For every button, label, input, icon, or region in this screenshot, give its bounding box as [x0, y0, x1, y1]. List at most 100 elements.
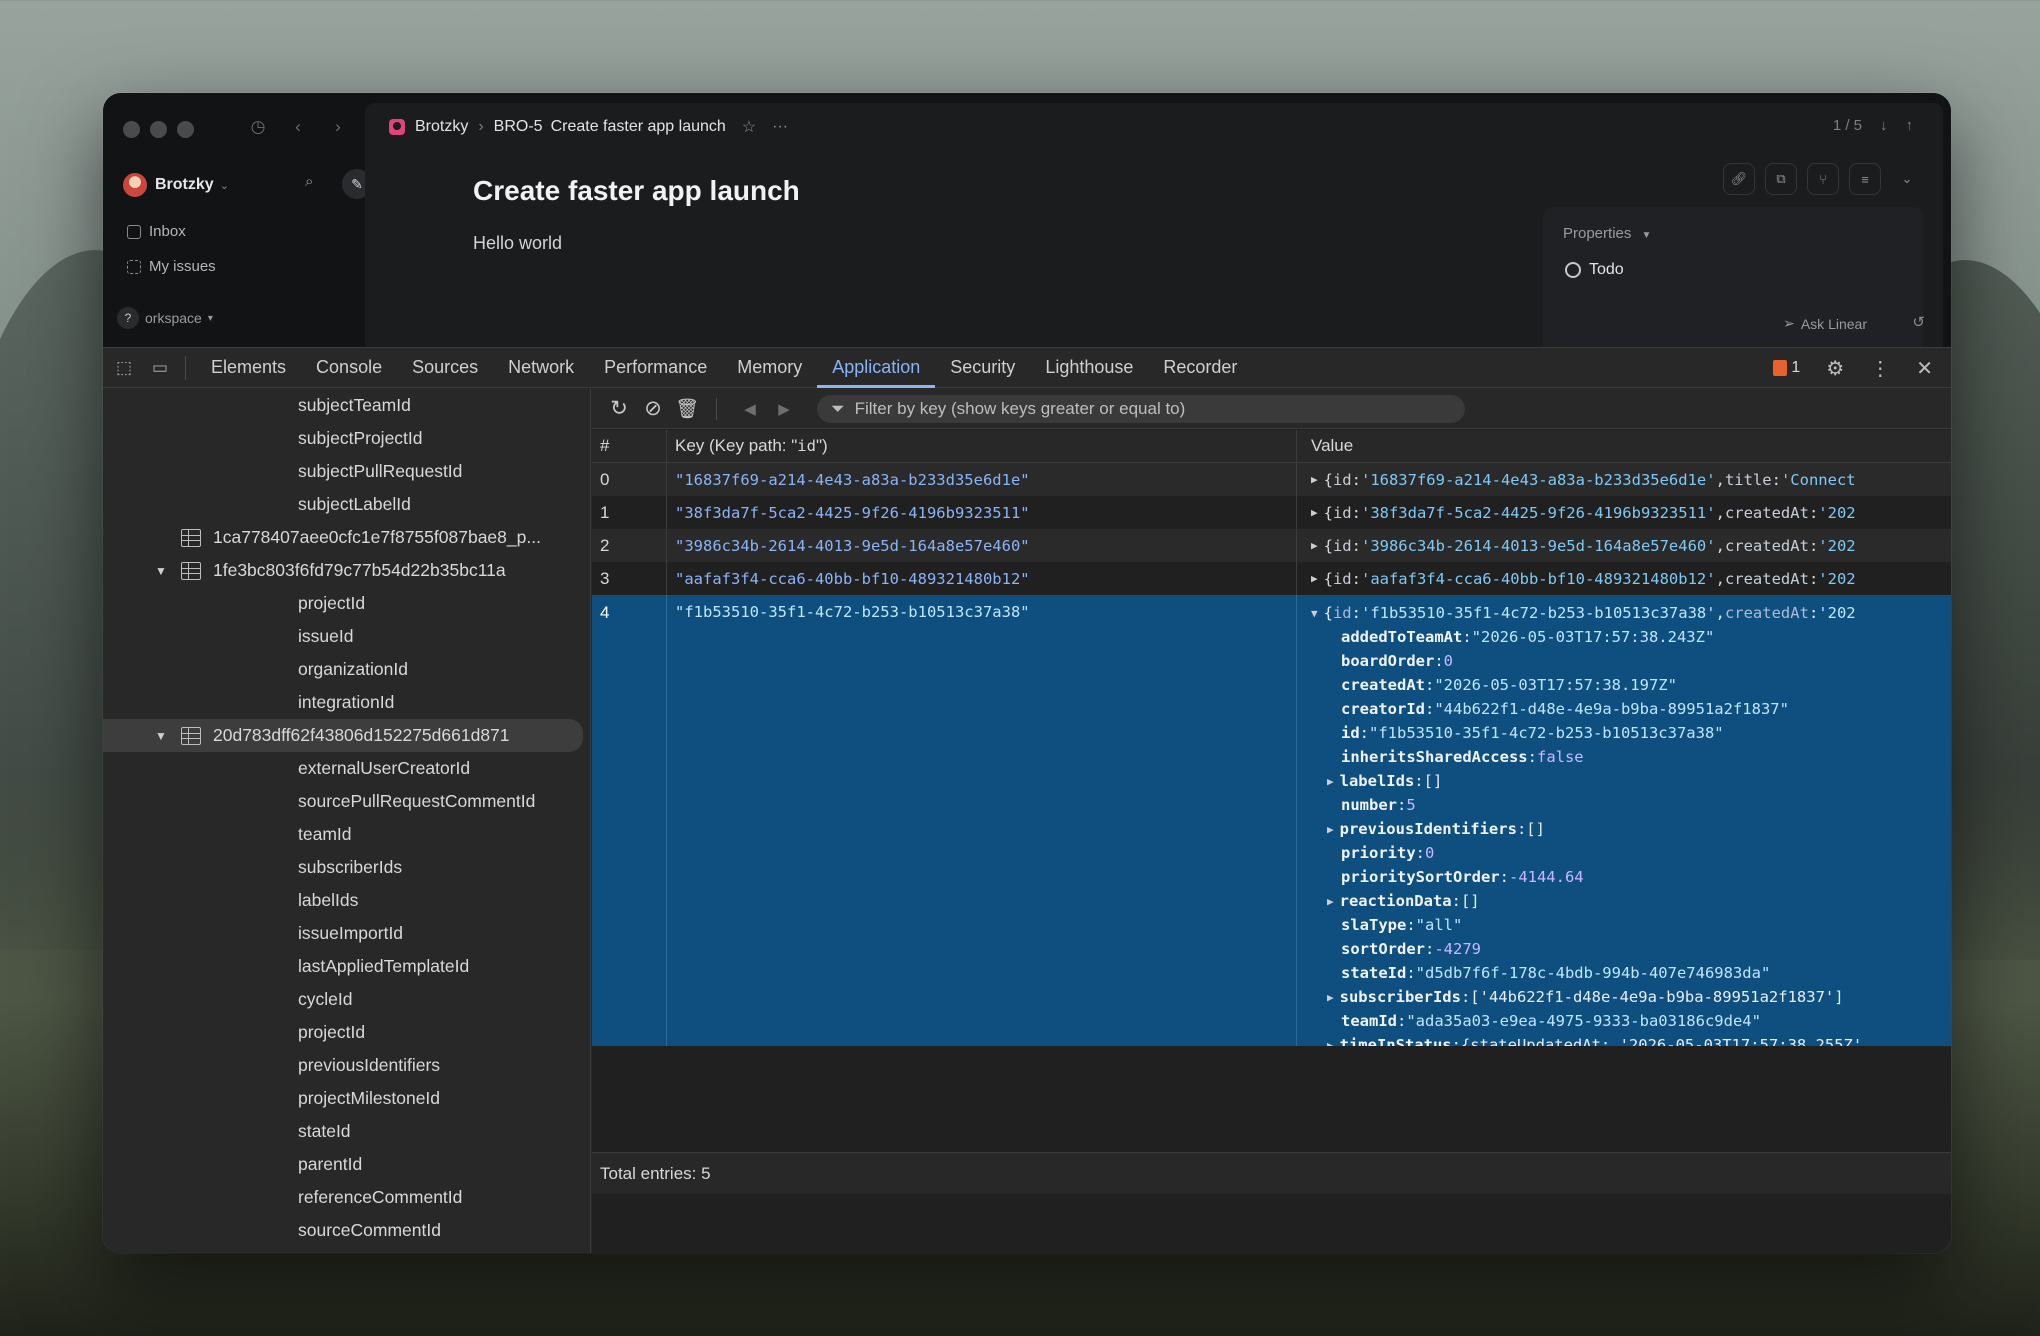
- properties-header[interactable]: Properties ▼: [1563, 225, 1651, 242]
- breadcrumb-issue-title[interactable]: Create faster app launch: [551, 118, 726, 136]
- chevron-down-icon[interactable]: ⌄: [1891, 163, 1923, 195]
- expand-triangle-icon[interactable]: ▶: [1311, 539, 1318, 552]
- link-icon[interactable]: 🔗︎: [1723, 163, 1755, 195]
- table-row[interactable]: 3 "aafaf3f4-cca6-40bb-bf10-489321480b12" ▶…: [592, 562, 1951, 595]
- tree-item-index[interactable]: projectMilestoneId: [103, 1082, 590, 1115]
- breadcrumb-issue-id[interactable]: BRO-5: [494, 118, 543, 136]
- column-header-key[interactable]: Key (Key path: " id "): [667, 430, 1297, 462]
- close-icon[interactable]: ✕: [1916, 356, 1933, 381]
- arrow-down-icon[interactable]: ↓: [1880, 117, 1888, 134]
- arrow-up-icon[interactable]: ↑: [1906, 117, 1914, 134]
- back-icon[interactable]: ‹: [289, 117, 307, 137]
- tree-item-index[interactable]: cycleId: [103, 983, 590, 1016]
- branch-icon[interactable]: ⑂: [1807, 163, 1839, 195]
- expand-triangle-icon[interactable]: ▼: [155, 729, 171, 743]
- previous-page-icon[interactable]: ◀: [735, 400, 765, 418]
- help-icon[interactable]: ?: [117, 307, 139, 329]
- breadcrumb-team[interactable]: Brotzky: [415, 118, 468, 136]
- refresh-icon[interactable]: ↻: [604, 396, 634, 421]
- object-preview-line[interactable]: ▼ {id: 'f1b53510-35f1-4c72-b253-b10513c37…: [1311, 601, 1951, 625]
- tree-item-index[interactable]: subjectTeamId: [103, 389, 590, 422]
- object-property[interactable]: ▶ reactionData: []: [1311, 889, 1951, 913]
- expand-triangle-icon[interactable]: ▶: [1311, 506, 1318, 519]
- expand-triangle-icon[interactable]: ▶: [1311, 473, 1318, 486]
- tree-item-index[interactable]: subjectLabelId: [103, 488, 590, 521]
- tree-item-index[interactable]: subjectPullRequestId: [103, 455, 590, 488]
- tab-elements[interactable]: Elements: [196, 348, 301, 388]
- delete-icon[interactable]: 🗑︎: [672, 397, 702, 421]
- object-property[interactable]: ▶ previousIdentifiers: []: [1311, 817, 1951, 841]
- expand-triangle-icon[interactable]: ▶: [1327, 823, 1334, 836]
- column-header-num[interactable]: #: [592, 430, 667, 462]
- tree-item-index[interactable]: externalUserCreatorId: [103, 752, 590, 785]
- tree-item-index[interactable]: projectId: [103, 1016, 590, 1049]
- next-page-icon[interactable]: ▶: [769, 400, 799, 418]
- tree-item-index[interactable]: subjectProjectId: [103, 422, 590, 455]
- table-row[interactable]: 0 "16837f69-a214-4e43-a83a-b233d35e6d1e" ▶…: [592, 463, 1951, 496]
- copy-icon[interactable]: ⧉: [1765, 163, 1797, 195]
- tree-item-index[interactable]: issueId: [103, 620, 590, 653]
- tree-item-index[interactable]: teamId: [103, 818, 590, 851]
- search-icon[interactable]: ⌕: [305, 173, 313, 190]
- key-filter-input[interactable]: ⏷ Filter by key (show keys greater or eq…: [817, 394, 1465, 423]
- tree-item-index[interactable]: referenceCommentId: [103, 1181, 590, 1214]
- tree-item-object-store[interactable]: 1ca778407aee0cfc1e7f8755f087bae8_p...: [103, 521, 590, 554]
- tab-memory[interactable]: Memory: [722, 348, 817, 388]
- tree-item-index[interactable]: lastAppliedTemplateId: [103, 950, 590, 983]
- table-row[interactable]: 1 "38f3da7f-5ca2-4425-9f26-4196b9323511" ▶…: [592, 496, 1951, 529]
- tab-network[interactable]: Network: [493, 348, 589, 388]
- expand-triangle-icon[interactable]: ▶: [1327, 895, 1334, 908]
- issues-badge[interactable]: 1: [1773, 359, 1800, 377]
- notification-icon[interactable]: ≡: [1849, 163, 1881, 195]
- expand-triangle-icon[interactable]: ▶: [1327, 775, 1334, 788]
- tree-item-index[interactable]: stateId: [103, 1115, 590, 1148]
- minimize-window-button[interactable]: [150, 121, 167, 138]
- table-row[interactable]: 2 "3986c34b-2614-4013-9e5d-164a8e57e460" ▶…: [592, 529, 1951, 562]
- close-window-button[interactable]: [123, 121, 140, 138]
- expand-triangle-icon[interactable]: ▶: [1327, 991, 1334, 1004]
- status-property[interactable]: Todo: [1565, 261, 1624, 279]
- ask-linear-button[interactable]: ➢ Ask Linear: [1783, 315, 1867, 332]
- more-icon[interactable]: ···: [772, 118, 788, 136]
- inspect-element-icon[interactable]: ⬚: [113, 357, 135, 379]
- maximize-window-button[interactable]: [177, 121, 194, 138]
- tab-performance[interactable]: Performance: [589, 348, 722, 388]
- workspace-section[interactable]: ? orkspace ▾: [117, 307, 213, 329]
- tree-item-index[interactable]: sourcePullRequestCommentId: [103, 785, 590, 818]
- issue-title[interactable]: Create faster app launch: [473, 175, 800, 207]
- tree-item-index[interactable]: sourceCommentId: [103, 1214, 590, 1247]
- tab-security[interactable]: Security: [935, 348, 1030, 388]
- tree-item-index[interactable]: parentId: [103, 1148, 590, 1181]
- tree-item-index[interactable]: issueImportId: [103, 917, 590, 950]
- tree-item-index[interactable]: organizationId: [103, 653, 590, 686]
- device-toolbar-icon[interactable]: ▭: [149, 357, 171, 379]
- gear-icon[interactable]: ⚙: [1826, 356, 1844, 381]
- tree-item-index[interactable]: subscriberIds: [103, 851, 590, 884]
- tree-item-index[interactable]: integrationId: [103, 686, 590, 719]
- clear-icon[interactable]: ⊘: [638, 396, 668, 421]
- tab-lighthouse[interactable]: Lighthouse: [1030, 348, 1148, 388]
- forward-icon[interactable]: ›: [329, 117, 347, 137]
- tab-sources[interactable]: Sources: [397, 348, 493, 388]
- sidebar-item-my-issues[interactable]: My issues: [127, 258, 216, 275]
- tab-application[interactable]: Application: [817, 348, 936, 388]
- expand-triangle-icon[interactable]: ▶: [1311, 572, 1318, 585]
- tab-recorder[interactable]: Recorder: [1148, 348, 1252, 388]
- sidebar-item-inbox[interactable]: Inbox: [127, 223, 186, 240]
- column-header-value[interactable]: Value: [1297, 430, 1951, 462]
- history-icon[interactable]: ↺: [1912, 313, 1925, 331]
- issue-description[interactable]: Hello world: [473, 233, 562, 254]
- tree-item-object-store[interactable]: ▼ 20d783dff62f43806d152275d661d871: [103, 719, 583, 752]
- workspace-switcher[interactable]: Brotzky ⌄ ⌕ ✎: [123, 169, 372, 201]
- recent-icon[interactable]: ◷: [249, 117, 267, 137]
- star-icon[interactable]: ☆: [742, 117, 756, 137]
- tree-item-index[interactable]: projectId: [103, 587, 590, 620]
- object-property[interactable]: ▶ labelIds: []: [1311, 769, 1951, 793]
- tree-item-index[interactable]: previousIdentifiers: [103, 1049, 590, 1082]
- collapse-triangle-icon[interactable]: ▼: [1311, 607, 1318, 620]
- more-vertical-icon[interactable]: ⋮: [1870, 356, 1890, 381]
- object-property[interactable]: ▶ subscriberIds: ['44b622f1-d48e-4e9a-b9b…: [1311, 985, 1951, 1009]
- tree-item-index[interactable]: labelIds: [103, 884, 590, 917]
- tab-console[interactable]: Console: [301, 348, 397, 388]
- expand-triangle-icon[interactable]: ▼: [155, 564, 171, 578]
